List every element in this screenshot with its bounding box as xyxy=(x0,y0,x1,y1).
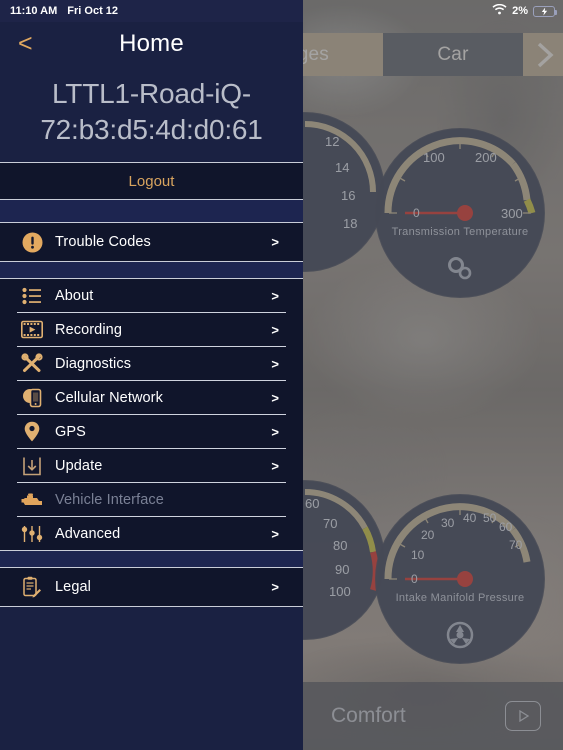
page-title: Home xyxy=(119,30,184,57)
chevron-right-icon: > xyxy=(271,458,279,473)
row-label: Cellular Network xyxy=(55,389,163,406)
chevron-right-icon: > xyxy=(271,424,279,439)
wrench-screwdriver-icon xyxy=(17,352,47,376)
row-legal[interactable]: Legal > xyxy=(0,568,303,606)
chevron-right-icon: > xyxy=(271,288,279,303)
clipboard-pencil-icon xyxy=(17,575,47,599)
row-trouble-codes[interactable]: Trouble Codes > xyxy=(0,223,303,261)
row-label: Update xyxy=(55,457,103,474)
wifi-icon xyxy=(492,3,507,18)
row-gps[interactable]: GPS > xyxy=(0,415,303,448)
map-pin-icon xyxy=(17,420,47,444)
row-label: GPS xyxy=(55,423,86,440)
legal-group: Legal > xyxy=(0,568,303,606)
globe-phone-icon xyxy=(17,386,47,410)
row-label: About xyxy=(55,287,94,304)
logout-label: Logout xyxy=(128,172,175,190)
trouble-codes-group: Trouble Codes > xyxy=(0,223,303,261)
main-menu-group: About > Recording > Diagnostics > Cellul… xyxy=(0,279,303,550)
panel-filler xyxy=(0,607,303,750)
chevron-right-icon: > xyxy=(271,356,279,371)
alert-circle-icon xyxy=(17,230,47,254)
row-cellular-network[interactable]: Cellular Network > xyxy=(0,381,303,414)
panel-header: < Home LTTL1-Road-iQ-72:b3:d5:4d:d0:61 xyxy=(0,0,303,162)
status-date: Fri Oct 12 xyxy=(67,5,119,17)
row-label: Advanced xyxy=(55,525,121,542)
list-icon xyxy=(17,284,47,308)
row-update[interactable]: Update > xyxy=(0,449,303,482)
status-bar: 11:10 AM Fri Oct 12 2% xyxy=(0,0,563,22)
row-label: Diagnostics xyxy=(55,355,132,372)
background-app: 12 14 16 18 0 100 200 300 Transmission T… xyxy=(303,0,563,750)
section-gap xyxy=(0,551,303,567)
chevron-right-icon: > xyxy=(271,322,279,337)
device-name: LTTL1-Road-iQ-72:b3:d5:4d:d0:61 xyxy=(40,78,263,145)
chevron-right-icon: > xyxy=(271,526,279,541)
back-chevron-icon[interactable]: < xyxy=(18,28,43,61)
section-gap xyxy=(0,200,303,222)
row-advanced[interactable]: Advanced > xyxy=(0,517,303,550)
nav-bar: < Home xyxy=(0,22,303,66)
row-vehicle-interface: Vehicle Interface xyxy=(0,483,303,516)
settings-panel: < Home LTTL1-Road-iQ-72:b3:d5:4d:d0:61 L… xyxy=(0,0,303,750)
row-label: Legal xyxy=(55,579,91,595)
row-recording[interactable]: Recording > xyxy=(0,313,303,346)
section-gap xyxy=(0,262,303,278)
chevron-right-icon: > xyxy=(271,579,279,595)
row-label: Vehicle Interface xyxy=(55,491,164,508)
chevron-right-icon: > xyxy=(271,390,279,405)
chevron-right-icon: > xyxy=(271,234,279,250)
row-label: Recording xyxy=(55,321,122,338)
download-tray-icon xyxy=(17,454,47,478)
sliders-icon xyxy=(17,522,47,546)
app-root: 12 14 16 18 0 100 200 300 Transmission T… xyxy=(0,0,563,750)
logout-button[interactable]: Logout xyxy=(0,163,303,199)
battery-percent: 2% xyxy=(512,5,528,17)
film-play-icon xyxy=(17,318,47,342)
background-dim-overlay xyxy=(303,0,563,750)
status-time: 11:10 AM xyxy=(10,5,58,17)
engine-icon xyxy=(17,488,47,512)
battery-charging-icon xyxy=(533,5,557,17)
row-diagnostics[interactable]: Diagnostics > xyxy=(0,347,303,380)
row-label: Trouble Codes xyxy=(55,234,151,250)
row-about[interactable]: About > xyxy=(0,279,303,312)
